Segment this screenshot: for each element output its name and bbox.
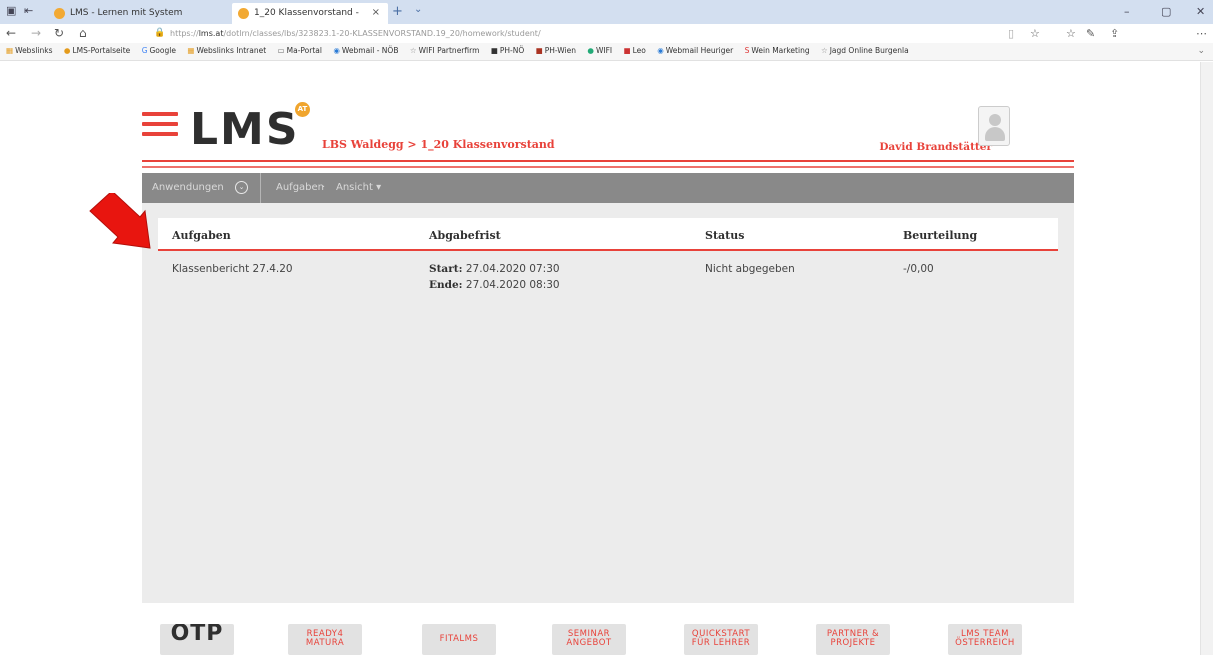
share-icon[interactable]: ⇪ bbox=[1110, 27, 1119, 40]
url-field[interactable]: 🔒 https://lms.at/dotlrn/classes/lbs/3238… bbox=[148, 26, 1000, 41]
new-tab-icon[interactable]: + bbox=[392, 4, 403, 19]
tab-klassenvorstand[interactable]: 1_20 Klassenvorstand - × bbox=[232, 3, 388, 24]
annotation-arrow-icon bbox=[89, 193, 151, 249]
footer-link-seminar[interactable]: SEMINAR ANGEBOT bbox=[552, 624, 626, 655]
column-header-deadline[interactable]: Abgabefrist bbox=[429, 229, 501, 242]
favorites-list-icon[interactable]: ☆ bbox=[1066, 27, 1076, 40]
favorite-star-icon[interactable]: ☆ bbox=[1030, 27, 1040, 40]
column-header-grade[interactable]: Beurteilung bbox=[903, 229, 977, 242]
browser-titlebar: ▣ ⇤ LMS - Lernen mit System 1_20 Klassen… bbox=[0, 0, 1213, 24]
toolbar-separator: · bbox=[322, 182, 326, 193]
tasks-link[interactable]: Aufgaben bbox=[276, 182, 324, 193]
deadline-end: Ende: 27.04.2020 08:30 bbox=[429, 279, 560, 291]
forward-arrow-icon[interactable]: → bbox=[31, 26, 41, 40]
course-toolbar: Anwendungen ⌄ Aufgaben · Ansicht ▾ bbox=[142, 173, 1074, 203]
back-tabs-icon[interactable]: ⇤ bbox=[24, 4, 33, 17]
refresh-icon[interactable]: ↻ bbox=[54, 26, 64, 40]
favorite-item[interactable]: ▭ Ma-Portal bbox=[278, 46, 322, 55]
page-scrollbar[interactable] bbox=[1200, 62, 1213, 655]
grade-text: -/0,00 bbox=[903, 263, 934, 275]
tab-dropdown-icon[interactable]: ⌄ bbox=[414, 4, 422, 15]
address-bar-row: ← → ↻ ⌂ 🔒 https://lms.at/dotlrn/classes/… bbox=[0, 24, 1213, 43]
tab-actions-icon[interactable]: ▣ bbox=[6, 4, 16, 17]
more-icon[interactable]: ⋯ bbox=[1196, 27, 1207, 40]
favorite-item[interactable]: ▦ Webslinks Intranet bbox=[187, 46, 266, 55]
favorite-item[interactable]: ■ Leo bbox=[624, 46, 646, 55]
footer-link-lms-team[interactable]: LMS TEAM ÖSTERREICH bbox=[948, 624, 1022, 655]
url-host: lms.at bbox=[198, 29, 224, 38]
lms-logo[interactable]: LMS bbox=[190, 108, 300, 152]
minimize-icon[interactable]: – bbox=[1124, 5, 1130, 18]
table-header: Aufgaben Abgabefrist Status Beurteilung bbox=[158, 218, 1058, 251]
footer-link-quickstart[interactable]: QUICKSTART FÜR LEHRER bbox=[684, 624, 758, 655]
footer-link-fitalms[interactable]: FITALMS bbox=[422, 624, 496, 655]
page-viewport: LMS AT LBS Waldegg > 1_20 Klassenvorstan… bbox=[0, 62, 1213, 655]
close-window-icon[interactable]: ✕ bbox=[1196, 5, 1205, 18]
favorite-item[interactable]: ☆ Jagd Online Burgenla bbox=[821, 46, 909, 55]
column-header-tasks[interactable]: Aufgaben bbox=[172, 229, 231, 242]
favorite-item[interactable]: ◉ Webmail - NÖB bbox=[333, 46, 398, 55]
favorite-item[interactable]: G Google bbox=[142, 46, 176, 55]
maximize-icon[interactable]: ▢ bbox=[1161, 5, 1171, 18]
reading-view-icon[interactable]: ▯ bbox=[1008, 27, 1014, 40]
view-dropdown[interactable]: Ansicht ▾ bbox=[336, 182, 381, 193]
favorite-item[interactable]: ■ PH-Wien bbox=[536, 46, 576, 55]
home-icon[interactable]: ⌂ bbox=[79, 26, 87, 40]
tab-label: 1_20 Klassenvorstand - bbox=[254, 8, 359, 18]
favorites-bar: ▦ Webslinks ● LMS-Portalseite G Google ▦ Web… bbox=[0, 43, 1213, 61]
column-header-status[interactable]: Status bbox=[705, 229, 744, 242]
favorite-item[interactable]: ● WIFI bbox=[587, 46, 612, 55]
applications-toggle-icon[interactable]: ⌄ bbox=[235, 181, 248, 194]
favorite-item[interactable]: ▦ Webslinks bbox=[6, 46, 53, 55]
url-prefix: https:// bbox=[170, 29, 199, 38]
breadcrumb[interactable]: LBS Waldegg > 1_20 Klassenvorstand bbox=[322, 138, 555, 151]
favorites-list: ▦ Webslinks ● LMS-Portalseite G Google ▦ Web… bbox=[6, 46, 918, 55]
tab-lms-home[interactable]: LMS - Lernen mit System bbox=[48, 3, 228, 24]
favorite-item[interactable]: ● LMS-Portalseite bbox=[64, 46, 130, 55]
header-divider bbox=[142, 166, 1074, 168]
footer-link-otp[interactable]: OTP bbox=[160, 624, 234, 655]
avatar[interactable] bbox=[978, 106, 1010, 146]
footer-link-partner[interactable]: PARTNER & PROJEKTE bbox=[816, 624, 890, 655]
menu-hamburger-icon[interactable] bbox=[142, 112, 178, 138]
favorites-more-icon[interactable]: ⌄ bbox=[1197, 46, 1205, 56]
favorite-item[interactable]: ☆ WIFI Partnerfirm bbox=[410, 46, 480, 55]
url-path: /dotlrn/classes/lbs/323823.1-20-KLASSENV… bbox=[223, 29, 541, 38]
tab-label: LMS - Lernen mit System bbox=[70, 8, 183, 18]
pen-icon[interactable]: ✎ bbox=[1086, 27, 1095, 40]
lock-icon: 🔒 bbox=[154, 28, 166, 38]
footer-links: OTP READY4 MATURA FITALMS SEMINAR ANGEBO… bbox=[142, 624, 1074, 655]
tab-close-icon[interactable]: × bbox=[372, 7, 380, 18]
deadline-start: Start: 27.04.2020 07:30 bbox=[429, 263, 560, 275]
lms-favicon-icon bbox=[238, 8, 249, 19]
status-text: Nicht abgegeben bbox=[705, 263, 795, 275]
applications-menu[interactable]: Anwendungen bbox=[152, 182, 224, 193]
back-arrow-icon[interactable]: ← bbox=[6, 26, 16, 40]
homework-panel: Aufgaben Abgabefrist Status Beurteilung … bbox=[142, 203, 1074, 603]
logo-badge: AT bbox=[295, 102, 310, 117]
toolbar-divider bbox=[260, 173, 261, 203]
footer-link-ready4matura[interactable]: READY4 MATURA bbox=[288, 624, 362, 655]
favorite-item[interactable]: ■ PH-NÖ bbox=[491, 46, 524, 55]
lms-site: LMS AT LBS Waldegg > 1_20 Klassenvorstan… bbox=[142, 62, 1074, 655]
task-link[interactable]: Klassenbericht 27.4.20 bbox=[172, 263, 293, 275]
favorite-item[interactable]: S Wein Marketing bbox=[745, 46, 810, 55]
favorite-item[interactable]: ◉ Webmail Heuriger bbox=[657, 46, 733, 55]
user-name[interactable]: David Brandstätter bbox=[879, 141, 992, 153]
header-divider bbox=[142, 160, 1074, 162]
lms-favicon-icon bbox=[54, 8, 65, 19]
